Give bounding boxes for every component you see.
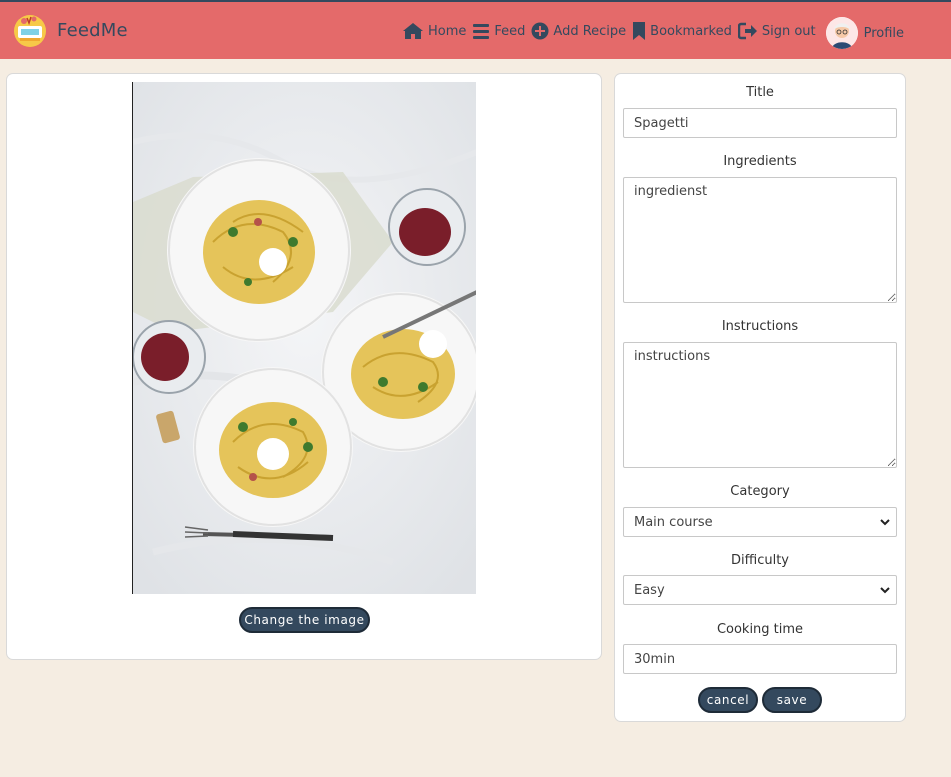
cooking-time-label: Cooking time [716, 622, 804, 637]
recipe-photo [132, 82, 476, 594]
bookmark-icon [633, 22, 646, 40]
instructions-textarea[interactable]: instructions [623, 342, 897, 468]
feedme-logo-icon [14, 15, 46, 47]
nav-bookmarked[interactable]: Bookmarked [632, 21, 732, 41]
nav-home-label: Home [428, 23, 467, 39]
brand-name: FeedMe [57, 19, 128, 41]
category-select[interactable]: Main course [623, 507, 897, 537]
add-circle-icon [531, 22, 549, 40]
nav-profile-label: Profile [863, 25, 905, 41]
difficulty-select-wrap: Easy [623, 575, 897, 605]
nav-bookmarked-label: Bookmarked [650, 23, 732, 39]
sign-out-icon [737, 22, 757, 40]
instructions-label: Instructions [721, 319, 799, 334]
difficulty-select[interactable]: Easy [623, 575, 897, 605]
title-input[interactable] [623, 108, 897, 138]
nav-feed[interactable]: Feed [472, 22, 525, 40]
nav-feed-label: Feed [494, 23, 526, 39]
ingredients-textarea[interactable]: ingredienst [623, 177, 897, 303]
change-image-button[interactable]: Change the image [239, 607, 370, 633]
category-label: Category [730, 484, 790, 499]
title-label: Title [746, 85, 774, 100]
category-select-wrap: Main course [623, 507, 897, 537]
feed-icon [473, 24, 490, 39]
nav-profile[interactable]: Profile [825, 17, 905, 49]
nav-links: Home Feed Add Recipe Bookmarked Sign out… [402, 15, 910, 49]
nav-sign-out-label: Sign out [761, 23, 816, 39]
image-panel: Change the image [6, 73, 602, 660]
avatar [825, 17, 858, 49]
difficulty-label: Difficulty [731, 553, 789, 568]
cooking-time-input[interactable] [623, 644, 897, 674]
recipe-form: Title Ingredients ingredienst Instructio… [614, 73, 906, 722]
cancel-button[interactable]: cancel [698, 687, 758, 713]
navbar: FeedMe Home Feed Add Recipe Bookmarked S… [0, 0, 951, 59]
save-button[interactable]: save [762, 687, 822, 713]
nav-add-recipe[interactable]: Add Recipe [531, 22, 626, 40]
nav-sign-out[interactable]: Sign out [737, 22, 816, 40]
ingredients-label: Ingredients [723, 154, 797, 169]
nav-home[interactable]: Home [402, 22, 466, 40]
nav-add-recipe-label: Add Recipe [553, 23, 627, 39]
brand[interactable]: FeedMe [12, 12, 128, 48]
home-icon [403, 23, 423, 39]
